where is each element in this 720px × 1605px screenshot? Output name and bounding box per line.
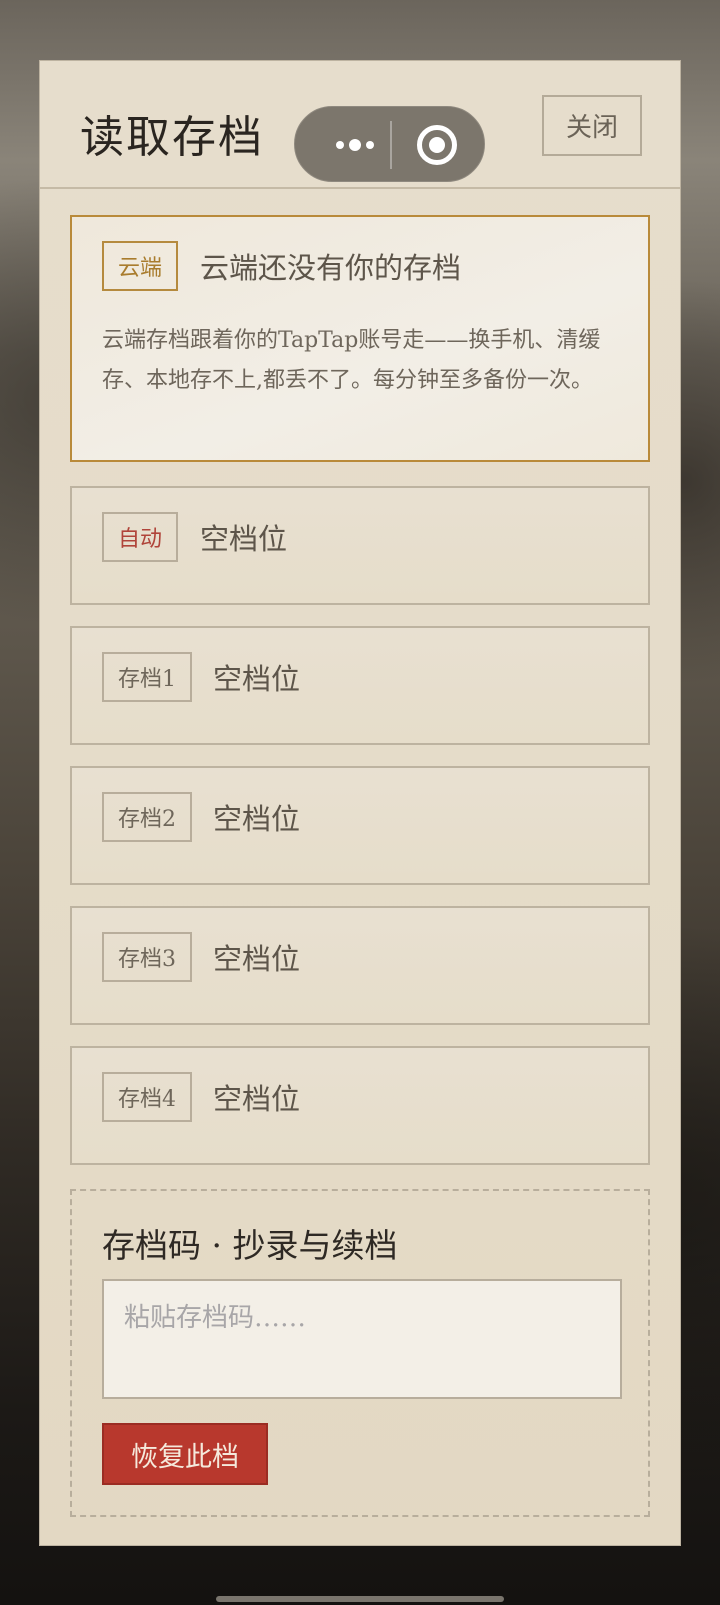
cloud-slot-description: 云端存档跟着你的TapTap账号走——换手机、清缓存、本地存不上,都丢不了。每分… — [102, 328, 601, 393]
slot-tag: 存档2 — [102, 792, 192, 842]
slot-tag: 存档1 — [102, 652, 192, 702]
cloud-slot-title: 云端还没有你的存档 — [200, 251, 462, 285]
slot-title: 空档位 — [213, 942, 301, 976]
save-slot-1[interactable]: 存档1 空档位 — [70, 626, 650, 745]
capsule-divider — [390, 121, 392, 169]
mini-program-capsule — [294, 106, 485, 182]
target-circle-icon[interactable] — [417, 125, 457, 165]
restore-save-button[interactable]: 恢复此档 — [102, 1423, 268, 1485]
slot-tag: 自动 — [102, 512, 179, 562]
save-code-input[interactable] — [102, 1279, 622, 1399]
slot-title: 空档位 — [213, 662, 301, 696]
save-slot-2[interactable]: 存档2 空档位 — [70, 766, 650, 885]
cloud-tag: 云端 — [102, 241, 179, 291]
slot-tag: 存档4 — [102, 1072, 192, 1122]
home-indicator[interactable] — [216, 1596, 504, 1602]
save-slot-4[interactable]: 存档4 空档位 — [70, 1046, 650, 1165]
more-dots-icon[interactable] — [320, 127, 390, 163]
slot-tag: 存档3 — [102, 932, 192, 982]
save-slot-3[interactable]: 存档3 空档位 — [70, 906, 650, 1025]
slot-title: 空档位 — [200, 522, 288, 556]
slot-title: 空档位 — [213, 802, 301, 836]
save-slot-auto[interactable]: 自动 空档位 — [70, 486, 650, 605]
load-save-dialog: 读取存档 关闭 云端 云端还没有你的存档 云端存档跟着你的TapTap账号走——… — [39, 60, 681, 1546]
close-button[interactable]: 关闭 — [542, 95, 642, 156]
cloud-save-slot[interactable]: 云端 云端还没有你的存档 云端存档跟着你的TapTap账号走——换手机、清缓存、… — [70, 215, 650, 462]
dialog-title: 读取存档 — [80, 112, 264, 163]
slot-title: 空档位 — [213, 1082, 301, 1116]
save-code-section: 存档码 · 抄录与续档 恢复此档 — [70, 1189, 650, 1517]
save-code-title: 存档码 · 抄录与续档 — [102, 1226, 398, 1265]
